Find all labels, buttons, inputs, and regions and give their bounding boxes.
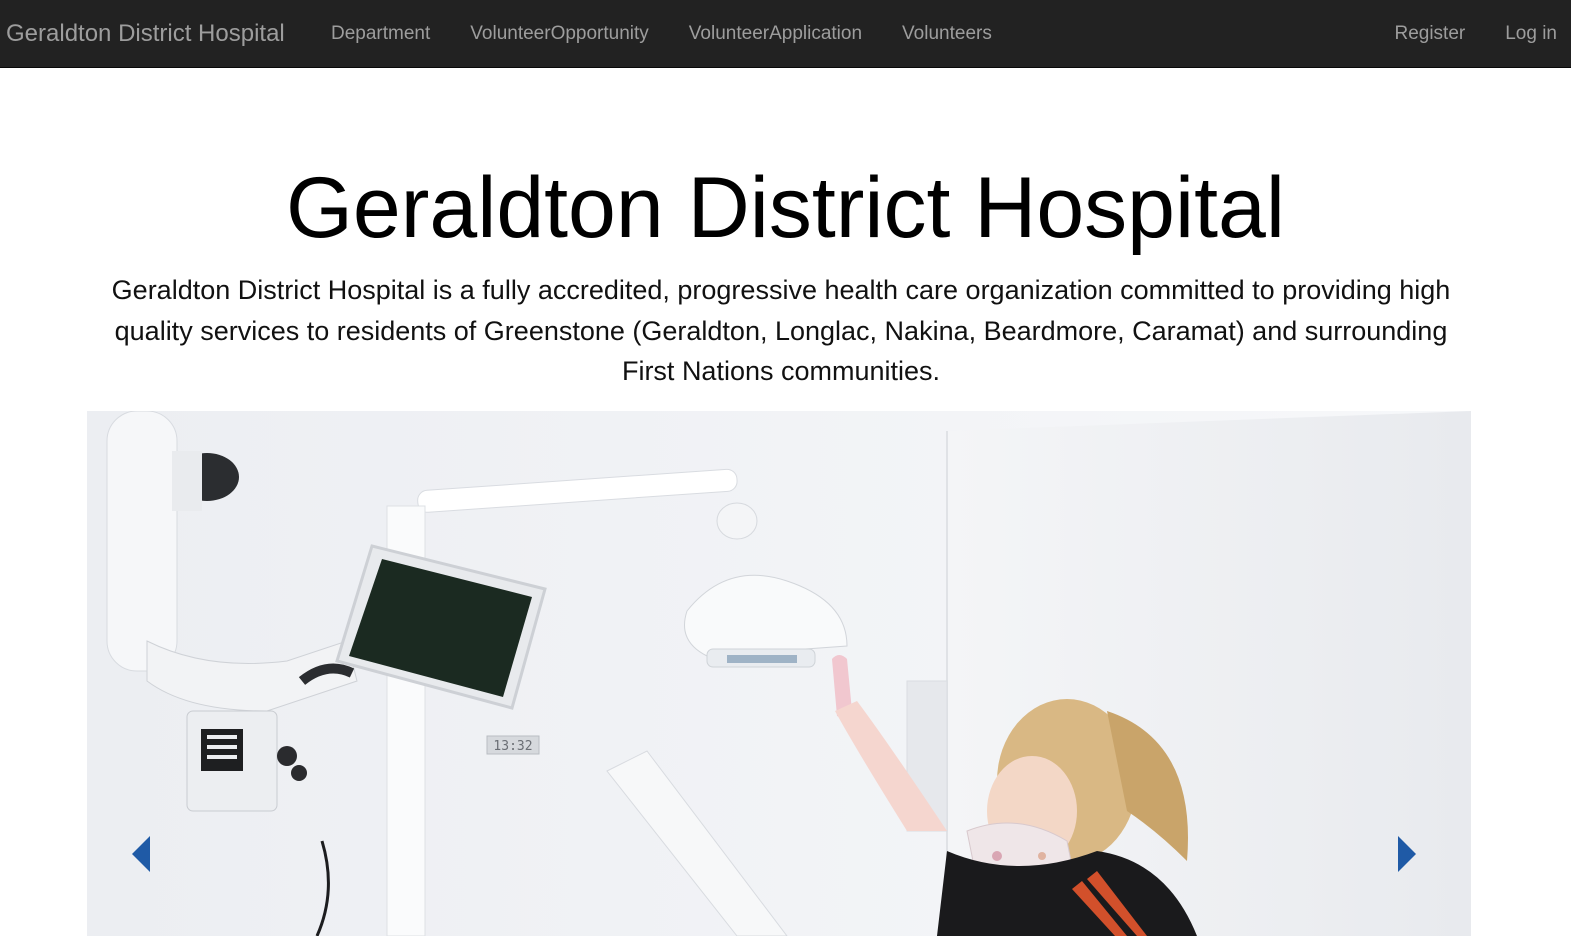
nav-link-volunteers[interactable]: Volunteers [882, 0, 1012, 68]
auth-menu: Register Log in [1374, 0, 1571, 68]
nav-menu: Department VolunteerOpportunity Voluntee… [311, 0, 1012, 68]
nav-link-volunteer-opportunity[interactable]: VolunteerOpportunity [450, 0, 669, 68]
monitor-clock-text: 13:32 [493, 739, 532, 754]
carousel-next-button[interactable] [1387, 829, 1427, 879]
page-title: Geraldton District Hospital [286, 160, 1285, 256]
carousel-image: 13:32 [87, 411, 1471, 936]
hero-description: Geraldton District Hospital is a fully a… [111, 275, 1451, 386]
image-carousel[interactable]: 13:32 [87, 411, 1471, 936]
top-navbar: Geraldton District Hospital Department V… [0, 0, 1571, 68]
nav-link-department[interactable]: Department [311, 0, 450, 68]
login-link[interactable]: Log in [1485, 0, 1571, 68]
navbar-brand[interactable]: Geraldton District Hospital [6, 20, 285, 48]
chevron-right-icon [1398, 836, 1416, 872]
register-link[interactable]: Register [1374, 0, 1485, 68]
nav-link-volunteer-application[interactable]: VolunteerApplication [669, 0, 882, 68]
chevron-left-icon [132, 836, 150, 872]
carousel-prev-button[interactable] [121, 829, 161, 879]
